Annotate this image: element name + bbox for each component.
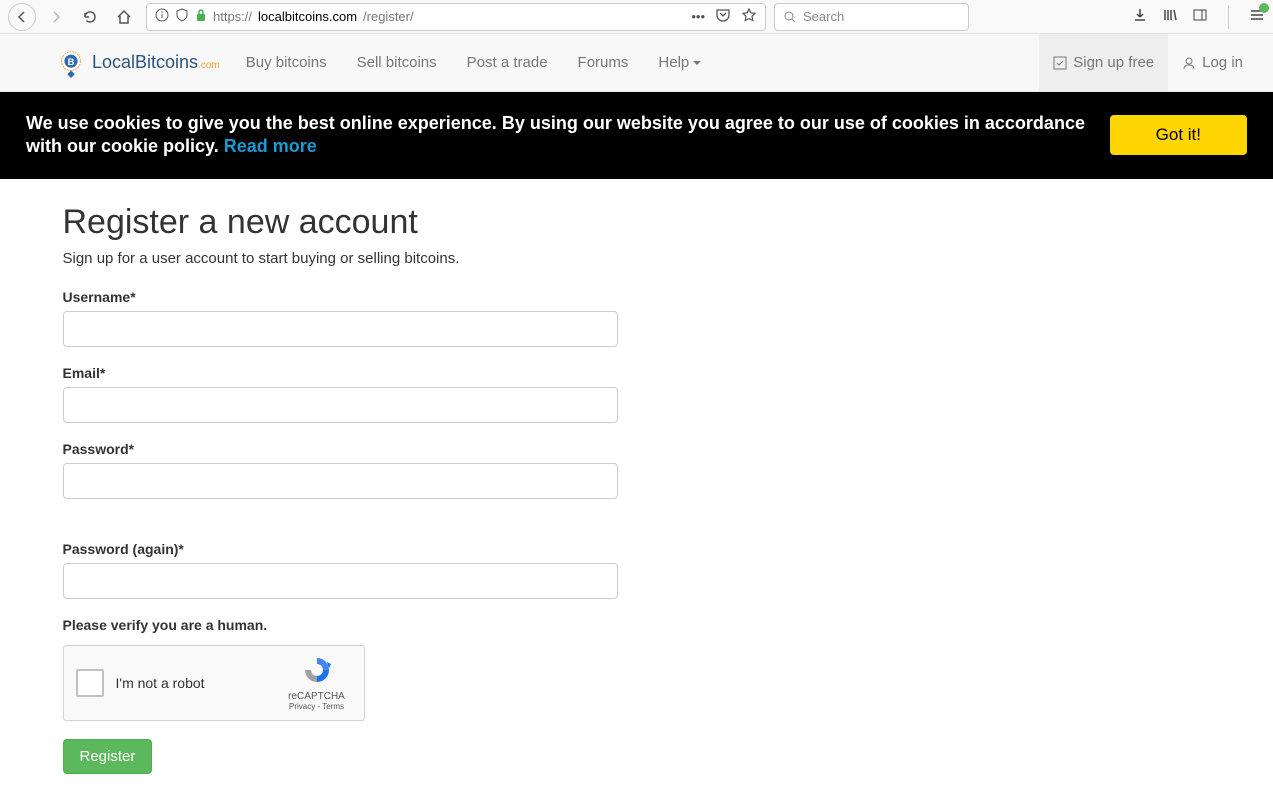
notification-dot: [1259, 3, 1269, 13]
chevron-down-icon: [693, 61, 701, 65]
menu-icon[interactable]: [1249, 7, 1265, 26]
login-label: Log in: [1202, 54, 1243, 71]
recaptcha: I'm not a robot reCAPTCHA Privacy - Term…: [63, 645, 365, 721]
svg-text:B: B: [68, 56, 75, 66]
cookie-message: We use cookies to give you the best onli…: [26, 113, 1085, 156]
password-label: Password*: [63, 441, 1211, 457]
signup-button[interactable]: Sign up free: [1039, 34, 1168, 91]
cookie-read-more-link[interactable]: Read more: [224, 136, 317, 156]
nav-buttons: [8, 3, 138, 31]
url-path: /register/: [363, 9, 414, 24]
register-button[interactable]: Register: [63, 739, 153, 774]
chrome-tools: [1132, 5, 1265, 29]
recaptcha-icon: [301, 654, 333, 686]
forward-button[interactable]: [42, 3, 70, 31]
nav-post-trade[interactable]: Post a trade: [453, 40, 562, 85]
user-icon: [1182, 56, 1196, 70]
cookie-text: We use cookies to give you the best onli…: [26, 112, 1090, 159]
site-nav: B LocalBitcoins.com Buy bitcoins Sell bi…: [0, 34, 1273, 92]
search-placeholder: Search: [803, 9, 844, 24]
recaptcha-logo-area: reCAPTCHA Privacy - Terms: [282, 654, 352, 711]
pocket-icon[interactable]: [715, 7, 731, 26]
email-group: Email*: [63, 365, 1211, 423]
nav-buy-bitcoins[interactable]: Buy bitcoins: [232, 40, 341, 85]
page-title: Register a new account: [63, 203, 1211, 242]
url-protocol: https://: [213, 9, 252, 24]
recaptcha-checkbox[interactable]: [76, 669, 104, 697]
sidebar-icon[interactable]: [1192, 7, 1208, 26]
back-button[interactable]: [8, 3, 36, 31]
recaptcha-text: I'm not a robot: [116, 675, 282, 691]
address-bar[interactable]: https:// localbitcoins.com/register/ •••: [146, 3, 766, 31]
login-button[interactable]: Log in: [1168, 34, 1257, 91]
brand-text: LocalBitcoins.com: [92, 52, 220, 73]
search-bar[interactable]: Search: [774, 3, 969, 31]
library-icon[interactable]: [1162, 7, 1178, 26]
lock-icon: [195, 8, 207, 25]
more-icon[interactable]: •••: [691, 9, 705, 24]
bitcoin-icon: B: [56, 48, 86, 78]
email-input[interactable]: [63, 387, 618, 423]
username-label: Username*: [63, 289, 1211, 305]
check-square-icon: [1053, 56, 1067, 70]
nav-help[interactable]: Help: [644, 40, 715, 85]
username-input[interactable]: [63, 311, 618, 347]
password2-input[interactable]: [63, 563, 618, 599]
recaptcha-links[interactable]: Privacy - Terms: [282, 702, 352, 711]
password-group: Password*: [63, 441, 1211, 499]
password2-group: Password (again)*: [63, 541, 1211, 599]
info-icon: [155, 8, 169, 25]
address-bar-icons: •••: [691, 7, 757, 26]
email-label: Email*: [63, 365, 1211, 381]
nav-right: Sign up free Log in: [1039, 34, 1257, 91]
url-domain: localbitcoins.com: [258, 9, 357, 24]
cookie-accept-button[interactable]: Got it!: [1110, 115, 1247, 155]
search-icon: [783, 10, 797, 24]
browser-chrome: https://localbitcoins.com/register/ ••• …: [0, 0, 1273, 34]
reload-button[interactable]: [76, 3, 104, 31]
home-button[interactable]: [110, 3, 138, 31]
verify-label: Please verify you are a human.: [63, 617, 1211, 633]
password2-label: Password (again)*: [63, 541, 1211, 557]
bookmark-icon[interactable]: [741, 7, 757, 26]
nav-links: Buy bitcoins Sell bitcoins Post a trade …: [232, 40, 716, 85]
username-group: Username*: [63, 289, 1211, 347]
download-icon[interactable]: [1132, 7, 1148, 26]
signup-label: Sign up free: [1073, 54, 1154, 71]
password-input[interactable]: [63, 463, 618, 499]
recaptcha-brand: reCAPTCHA: [282, 691, 352, 702]
nav-sell-bitcoins[interactable]: Sell bitcoins: [343, 40, 451, 85]
shield-icon: [175, 8, 189, 25]
brand-logo[interactable]: B LocalBitcoins.com: [56, 48, 220, 78]
nav-forums[interactable]: Forums: [564, 40, 643, 85]
page-subtitle: Sign up for a user account to start buyi…: [63, 250, 1211, 267]
main-content: Register a new account Sign up for a use…: [47, 179, 1227, 798]
cookie-banner: We use cookies to give you the best onli…: [0, 92, 1273, 179]
nav-help-label: Help: [658, 54, 689, 71]
